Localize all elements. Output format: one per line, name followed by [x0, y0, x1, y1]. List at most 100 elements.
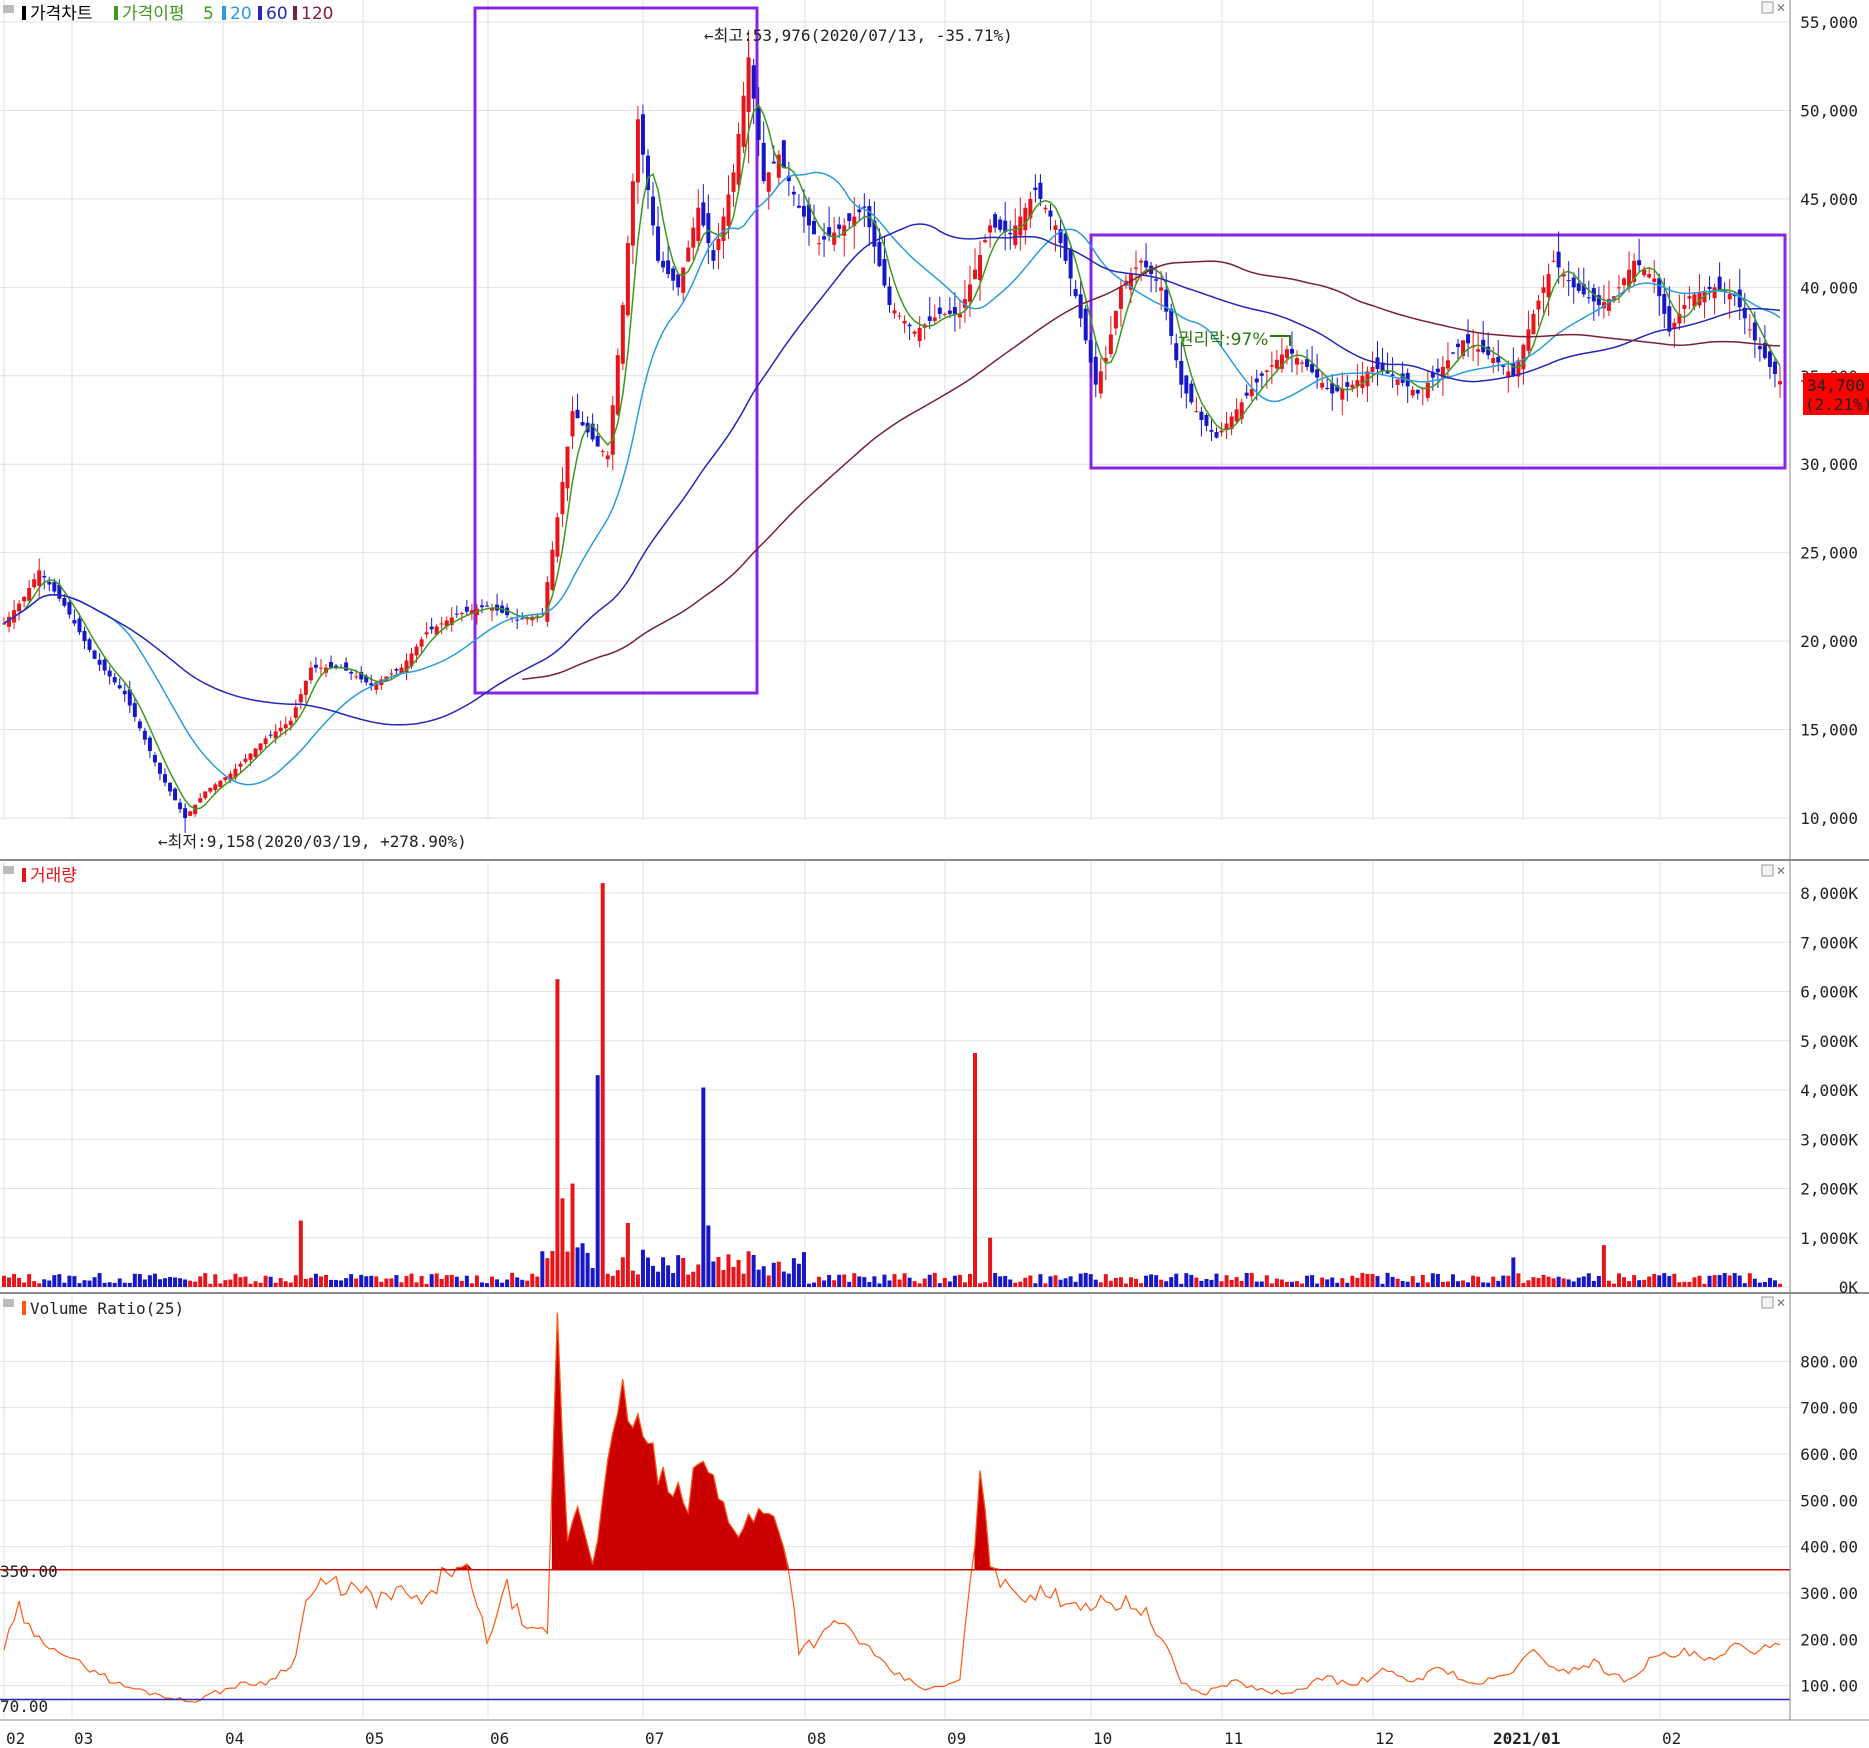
candle-body	[1184, 375, 1189, 394]
volume-bar	[1561, 1278, 1566, 1287]
volume-bar	[1038, 1274, 1043, 1287]
ma60-line	[3, 223, 1781, 726]
volume-bar	[937, 1283, 942, 1287]
candle-body	[1078, 294, 1083, 319]
candle-body	[897, 315, 902, 317]
volume-bar	[786, 1273, 791, 1287]
candle-body	[27, 588, 32, 601]
candle-body	[1244, 392, 1249, 396]
current-price-change: (2.21%)	[1805, 395, 1869, 414]
candle-body	[1501, 365, 1506, 367]
volume-bar	[474, 1275, 479, 1287]
candle-body	[173, 788, 178, 801]
volume-bar	[87, 1280, 92, 1287]
volume-bar	[1224, 1275, 1229, 1287]
candle-body	[666, 260, 671, 275]
volume-bar	[424, 1283, 429, 1287]
current-price-tag: 34,700 (2.21%)	[1803, 373, 1869, 415]
volume-bar	[1682, 1281, 1687, 1287]
volume-bar	[1712, 1275, 1717, 1287]
candle-body	[560, 481, 565, 515]
x-tick-label: 10	[1093, 1729, 1112, 1748]
volume-bar	[535, 1276, 540, 1287]
volume-bar	[1420, 1274, 1425, 1287]
ratio-tick-label: 200.00	[1800, 1630, 1858, 1649]
volume-panel-menu-icon[interactable]	[3, 866, 14, 874]
volume-bar	[429, 1274, 434, 1287]
volume-bar	[157, 1279, 162, 1287]
legend-ma60-marker	[258, 6, 262, 20]
candle-body	[1043, 207, 1048, 210]
candle-body	[424, 632, 429, 635]
volume-bar	[1154, 1275, 1159, 1287]
candle-body	[640, 114, 645, 155]
candle-body	[1038, 182, 1043, 199]
x-tick-label: 02	[1662, 1729, 1681, 1748]
legend-ma120-marker	[293, 6, 297, 20]
ratio-panel-menu-icon[interactable]	[3, 1299, 14, 1307]
volume-bar	[1118, 1277, 1123, 1287]
price-legend: 가격차트 가격이평 5 20 60 120	[3, 4, 333, 24]
volume-minimize-icon[interactable]	[1761, 864, 1774, 877]
price-tick-label: 10,000	[1800, 809, 1858, 828]
volume-bar	[1486, 1282, 1491, 1287]
candle-body	[464, 606, 469, 612]
candle-body	[162, 774, 167, 783]
volume-bar	[1219, 1281, 1224, 1287]
volume-bar	[983, 1282, 988, 1287]
candle-body	[1053, 225, 1058, 230]
ratio-close-icon[interactable]: ✕	[1776, 1296, 1786, 1310]
candle-body	[394, 668, 399, 671]
volume-bar	[932, 1272, 937, 1287]
candle-body	[701, 202, 706, 226]
candle-body	[263, 738, 268, 744]
volume-bar	[243, 1276, 248, 1287]
ratio-y-axis: 800.00 700.00 600.00 500.00 400.00 300.00 200.…	[1800, 1352, 1858, 1695]
volume-bar	[852, 1273, 857, 1287]
volume-bar	[555, 979, 560, 1287]
volume-tick-label: 1,000K	[1800, 1229, 1858, 1248]
volume-bar	[716, 1256, 721, 1287]
candle-body	[344, 662, 349, 671]
volume-bar	[439, 1278, 444, 1287]
volume-tick-label: 5,000K	[1800, 1032, 1858, 1051]
candle-body	[1707, 286, 1712, 290]
candle-body	[1435, 368, 1440, 373]
volume-bar	[1340, 1278, 1345, 1287]
candle-body	[1767, 351, 1772, 367]
candle-body	[998, 219, 1003, 230]
close-icon[interactable]: ✕	[1776, 1, 1786, 15]
volume-bar	[1375, 1276, 1380, 1287]
volume-bar	[1702, 1283, 1707, 1287]
x-tick-label: 11	[1224, 1729, 1243, 1748]
volume-bar	[1209, 1279, 1214, 1287]
volume-bar	[1757, 1282, 1762, 1287]
volume-bar	[1320, 1277, 1325, 1287]
candle-body	[67, 602, 72, 615]
ratio-minimize-icon[interactable]	[1761, 1296, 1774, 1309]
volume-bar	[1254, 1281, 1259, 1287]
volume-bar	[479, 1282, 484, 1287]
candle-body	[902, 320, 907, 324]
candle-body	[1249, 389, 1254, 397]
volume-bar	[444, 1275, 449, 1287]
volume-bar	[62, 1282, 67, 1287]
volume-bar	[1526, 1280, 1531, 1287]
volume-bar	[1395, 1278, 1400, 1287]
candle-body	[615, 355, 620, 415]
candle-body	[243, 758, 248, 762]
ratio-tick-label: 700.00	[1800, 1399, 1858, 1418]
candle-body	[1199, 411, 1204, 420]
candle-body	[1134, 267, 1139, 269]
volume-bar	[640, 1249, 645, 1287]
volume-close-icon[interactable]: ✕	[1776, 864, 1786, 878]
panel-menu-icon[interactable]	[3, 5, 14, 13]
volume-bar	[1581, 1276, 1586, 1287]
candle-body	[1118, 287, 1123, 309]
volume-bar	[1400, 1280, 1405, 1287]
volume-bar	[666, 1265, 671, 1287]
minimize-icon[interactable]	[1761, 1, 1774, 14]
price-tick-label: 55,000	[1800, 13, 1858, 32]
volume-bar	[590, 1268, 595, 1287]
candle-body	[288, 720, 293, 726]
